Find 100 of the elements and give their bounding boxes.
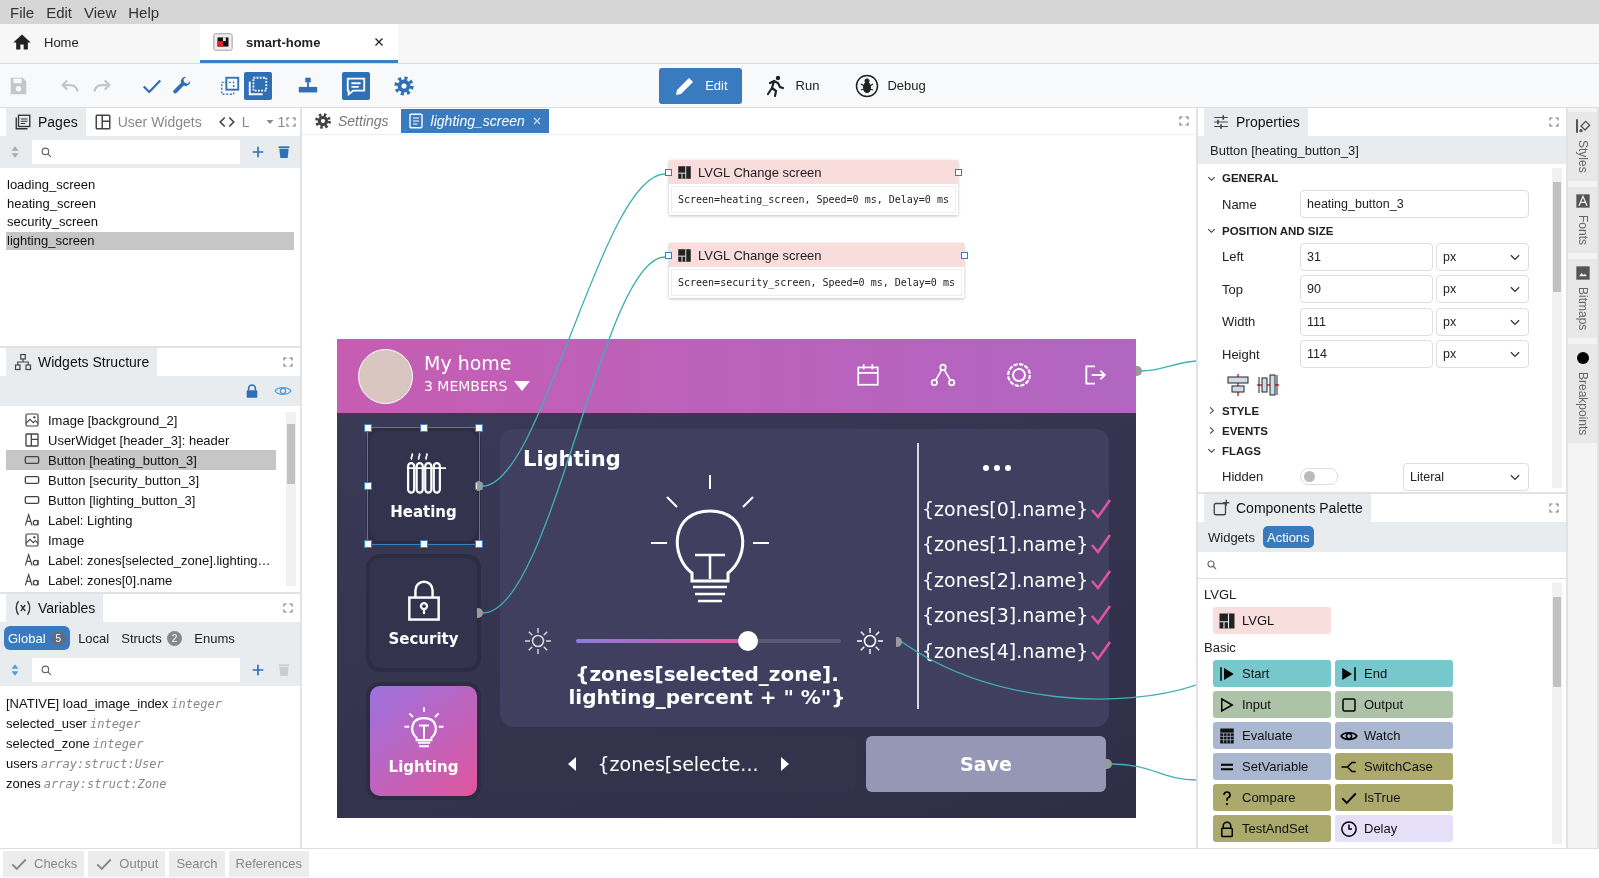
unit-dropdown[interactable]: px <box>1436 242 1529 271</box>
palette-item[interactable]: Delay <box>1335 815 1453 842</box>
page-item[interactable]: heating_screen <box>6 194 294 213</box>
side-tab[interactable]: Bitmaps <box>1568 258 1597 339</box>
tree-item[interactable]: Label: zones[0].name <box>6 570 276 590</box>
tree-item[interactable]: Button [security_button_3] <box>6 470 276 490</box>
panel-tab[interactable]: L <box>209 108 258 136</box>
variable-name[interactable]: users <box>6 756 38 771</box>
panel-tab[interactable]: Widgets Structure <box>6 348 158 376</box>
unit-dropdown[interactable]: px <box>1436 307 1529 336</box>
section-header[interactable]: POSITION AND SIZE <box>1204 220 1542 241</box>
panel-tab[interactable]: User Widgets <box>85 108 210 136</box>
align-center-icon[interactable] <box>1226 372 1250 397</box>
palette-item[interactable]: Evaluate <box>1213 722 1331 749</box>
panel-tab[interactable]: Properties <box>1204 108 1308 136</box>
side-tab[interactable]: Fonts <box>1568 186 1597 253</box>
members-dropdown[interactable]: 3 MEMBERS <box>424 378 532 394</box>
tab-overflow-button[interactable]: 1 <box>263 114 286 130</box>
variable-name[interactable]: selected_zone <box>6 736 90 751</box>
tree-item[interactable]: Button [heating_button_3] <box>6 450 276 470</box>
zone-name[interactable]: {zones[0].name} <box>922 497 1089 520</box>
calendar-icon[interactable] <box>855 362 881 388</box>
variable-tab[interactable]: Local <box>74 626 114 650</box>
mode-dropdown[interactable]: Literal <box>1403 462 1529 491</box>
text-field[interactable]: 90 <box>1300 275 1433 304</box>
ring-icon[interactable] <box>1006 362 1032 388</box>
unit-dropdown[interactable]: px <box>1436 340 1529 369</box>
section-header[interactable]: GENERAL <box>1204 168 1542 188</box>
tree-item[interactable]: Label: zones[selected_zone].lighting… <box>6 550 276 570</box>
tree-item[interactable]: UserWidget [header_3]: header <box>6 430 276 450</box>
scrollbar[interactable] <box>1552 583 1562 844</box>
connector-port[interactable] <box>1106 759 1112 769</box>
palette-item[interactable]: Watch <box>1335 722 1453 749</box>
menu-item[interactable]: Edit <box>40 3 79 21</box>
slider-thumb[interactable] <box>738 631 759 651</box>
editor-tab[interactable]: lighting_screen <box>400 109 549 133</box>
zone-name[interactable]: {zones[3].name} <box>922 604 1089 627</box>
zone-name[interactable]: {zones[4].name} <box>922 639 1089 662</box>
connector-port[interactable] <box>960 252 968 259</box>
palette-item[interactable]: SwitchCase <box>1335 753 1453 780</box>
variable-name[interactable]: [NATIVE] load_image_index <box>6 696 169 711</box>
tree-item[interactable]: Button [lighting_button_3] <box>6 490 276 510</box>
variable-tab[interactable]: Structs 2 <box>117 626 187 650</box>
zone-name[interactable]: {zones[2].name} <box>922 568 1089 591</box>
page-item[interactable]: loading_screen <box>6 176 294 195</box>
palette-item[interactable]: Output <box>1335 691 1453 718</box>
side-tab[interactable]: Breakpoints <box>1568 344 1597 444</box>
toolbar-button[interactable] <box>244 71 272 100</box>
section-header[interactable]: FLAGS <box>1204 440 1542 461</box>
palette-item[interactable]: End <box>1335 660 1453 687</box>
network-icon[interactable] <box>930 362 956 388</box>
slider-track[interactable] <box>576 631 841 651</box>
page-item[interactable]: lighting_screen <box>6 231 294 250</box>
text-field[interactable]: 111 <box>1300 307 1433 336</box>
palette-item[interactable]: Input <box>1213 691 1331 718</box>
tree-item[interactable]: Image [background_2] <box>6 410 276 430</box>
menu-item[interactable]: View <box>78 3 123 21</box>
connector-port[interactable] <box>896 637 902 647</box>
search-field[interactable] <box>32 658 240 682</box>
palette-item[interactable]: IsTrue <box>1335 784 1453 811</box>
text-field[interactable]: heating_button_3 <box>1300 190 1529 219</box>
mode-button[interactable]: Edit <box>659 67 742 104</box>
search-field[interactable] <box>32 140 240 164</box>
toggle-switch[interactable] <box>1300 468 1338 486</box>
connector-port[interactable] <box>665 169 672 176</box>
logout-icon[interactable] <box>1082 362 1108 388</box>
palette-item[interactable]: SetVariable <box>1213 753 1331 780</box>
palette-tab[interactable]: Actions <box>1262 526 1314 548</box>
toolbar-button[interactable] <box>342 71 370 100</box>
menu-item[interactable]: File <box>4 3 41 21</box>
variable-name[interactable]: selected_user <box>6 716 87 731</box>
variable-name[interactable]: zones <box>6 776 41 791</box>
panel-tab[interactable]: Components Palette <box>1204 494 1371 522</box>
connector-port[interactable] <box>477 608 483 618</box>
section-header[interactable]: EVENTS <box>1204 420 1542 441</box>
scrollbar[interactable] <box>1552 168 1562 488</box>
unit-dropdown[interactable]: px <box>1436 275 1529 304</box>
editor-tab[interactable]: Settings <box>308 109 395 133</box>
palette-item[interactable]: TestAndSet <box>1213 815 1331 842</box>
variable-tab[interactable]: Global 5 <box>4 626 71 650</box>
variable-tab[interactable]: Enums <box>190 626 239 650</box>
tree-item[interactable]: Image <box>6 530 276 550</box>
scrollbar[interactable] <box>286 412 296 586</box>
lock-icon[interactable] <box>244 383 260 399</box>
palette-item[interactable]: Compare <box>1213 784 1331 811</box>
connector-port[interactable] <box>954 169 962 176</box>
zone-name[interactable]: {zones[1].name} <box>922 533 1089 556</box>
section-header[interactable]: STYLE <box>1204 400 1542 421</box>
connector-port[interactable] <box>665 252 672 259</box>
document-tab[interactable]: smart-home <box>200 24 398 63</box>
panel-tab[interactable]: Pages <box>6 108 86 136</box>
panel-tab[interactable]: Variables <box>6 594 104 622</box>
text-field[interactable]: 31 <box>1300 242 1433 271</box>
document-tab[interactable]: Home <box>0 24 200 63</box>
side-tab[interactable]: Styles <box>1568 112 1597 181</box>
text-field[interactable]: 114 <box>1300 340 1433 369</box>
palette-item[interactable]: Start <box>1213 660 1331 687</box>
palette-tab[interactable]: Widgets <box>1204 526 1259 548</box>
palette-item[interactable]: LVGL <box>1213 607 1331 634</box>
mode-button[interactable]: Debug <box>841 67 940 104</box>
